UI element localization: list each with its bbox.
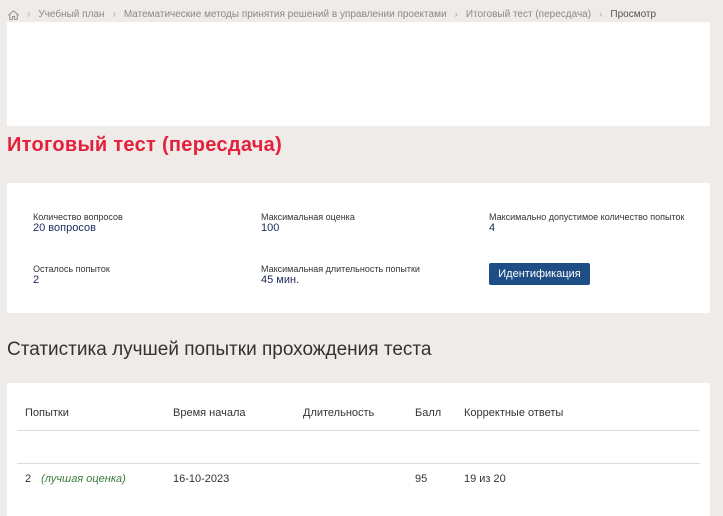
chevron-right-icon: › <box>599 9 603 20</box>
breadcrumb-item-course[interactable]: Математические методы принятия решений в… <box>124 9 447 20</box>
identification-button[interactable]: Идентификация <box>489 263 590 285</box>
cell-duration <box>295 463 407 495</box>
attempts-left: Осталось попыток 2 <box>33 264 110 286</box>
breadcrumb-item-test[interactable]: Итоговый тест (пересдача) <box>466 9 591 20</box>
test-info-card: Количество вопросов 20 вопросов Максимал… <box>7 183 710 313</box>
breadcrumb-item-curriculum[interactable]: Учебный план <box>38 9 104 20</box>
attempt-number: 2 <box>25 473 32 486</box>
breadcrumb-item-current: Просмотр <box>610 9 657 20</box>
max-duration: Максимальная длительность попытки 45 мин… <box>261 264 420 286</box>
cell-attempt: 2 (лучшая оценка) <box>17 463 165 495</box>
max-score-value: 100 <box>261 222 280 234</box>
table-row: 2 (лучшая оценка) 16-10-2023 95 19 из 20 <box>17 463 700 495</box>
cell-score: 95 <box>415 473 428 486</box>
cell-start-time: 16-10-2023 <box>173 473 230 486</box>
column-header-attempts: Попытки <box>17 397 165 431</box>
stats-section-title: Статистика лучшей попытки прохождения те… <box>7 339 432 360</box>
max-duration-label: Максимальная длительность попытки <box>261 264 420 274</box>
max-attempts-value: 4 <box>489 222 496 234</box>
column-header-score: Балл <box>407 397 456 431</box>
column-header-duration: Длительность <box>295 397 407 431</box>
cell-correct-answers: 19 из 20 <box>464 473 506 486</box>
column-header-start-time: Время начала <box>165 397 295 431</box>
stats-card: Попытки Время начала Длительность Балл К… <box>7 383 710 516</box>
home-icon[interactable] <box>8 9 19 20</box>
chevron-right-icon: › <box>112 9 116 20</box>
questions-count-value: 20 вопросов <box>33 222 96 234</box>
chevron-right-icon: › <box>27 9 31 20</box>
column-header-correct-answers: Корректные ответы <box>456 397 700 431</box>
max-attempts: Максимально допустимое количество попыто… <box>489 212 689 234</box>
top-panel <box>7 22 710 126</box>
questions-count: Количество вопросов 20 вопросов <box>33 212 123 234</box>
breadcrumb: › Учебный план › Математические методы п… <box>8 9 656 20</box>
attempts-left-label: Осталось попыток <box>33 264 110 274</box>
max-score-label: Максимальная оценка <box>261 212 355 222</box>
chevron-right-icon: › <box>454 9 458 20</box>
table-header-row: Попытки Время начала Длительность Балл К… <box>17 397 700 431</box>
questions-count-label: Количество вопросов <box>33 212 123 222</box>
attempts-left-value: 2 <box>33 274 40 286</box>
page-title: Итоговый тест (пересдача) <box>7 134 283 156</box>
max-duration-value: 45 мин. <box>261 274 300 286</box>
max-score: Максимальная оценка 100 <box>261 212 355 234</box>
max-attempts-label: Максимально допустимое количество попыто… <box>489 212 685 222</box>
stats-table: Попытки Время начала Длительность Балл К… <box>17 397 700 495</box>
table-spacer-row <box>17 430 700 464</box>
best-score-note: (лучшая оценка) <box>41 473 126 486</box>
